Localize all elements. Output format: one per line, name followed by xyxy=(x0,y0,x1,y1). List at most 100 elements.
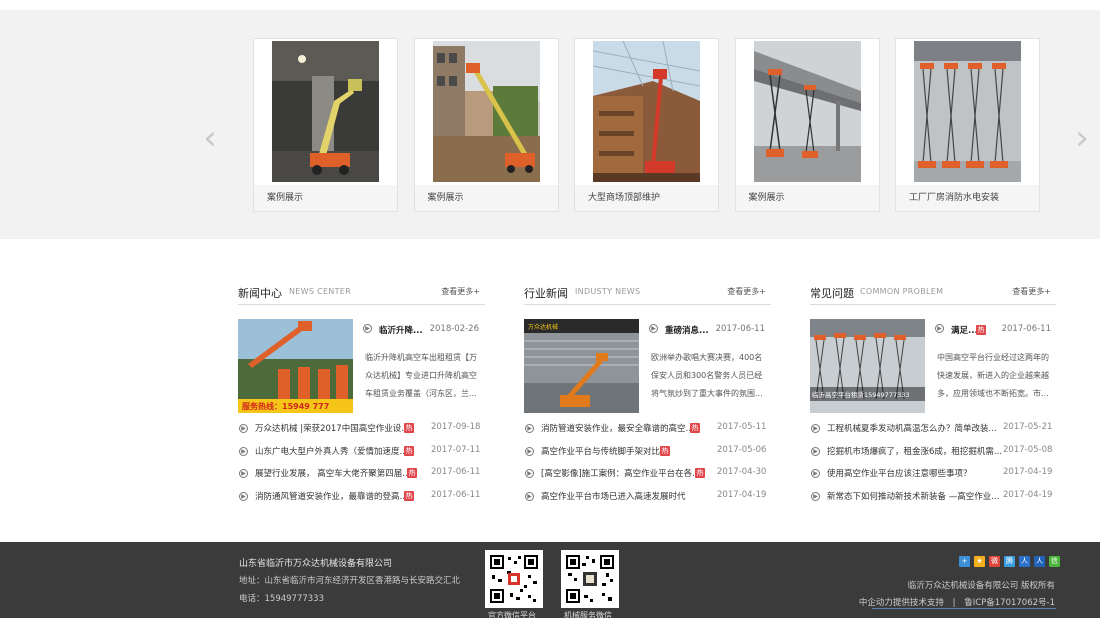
column-header: 行业新闻 INDUSTY NEWS 查看更多+ xyxy=(524,283,771,305)
more-link[interactable]: 查看更多+ xyxy=(441,286,480,297)
list-item[interactable]: ▶ 新常态下如何推动新技术新装备 —高空作业... 2017-04-19 xyxy=(810,487,1057,510)
case-caption: 大型商场顶部维护 xyxy=(575,185,718,211)
case-photo-boom-lift-indoor xyxy=(272,41,379,182)
list-item[interactable]: ▶ [高空影像]施工案例：高空作业平台在各... 热 2017-04-30 xyxy=(524,464,771,487)
feature-date: 2017-06-11 xyxy=(1001,324,1051,334)
column-title: 新闻中心 xyxy=(238,287,282,300)
feature-title[interactable]: 临沂升降... xyxy=(379,324,423,336)
more-link[interactable]: 查看更多+ xyxy=(727,286,766,297)
case-item[interactable]: 案例展示 xyxy=(413,38,559,212)
list-item-date: 2017-04-19 xyxy=(717,489,767,500)
list-item-date: 2017-07-11 xyxy=(431,444,481,455)
case-item[interactable]: 工厂厂房消防水电安装 xyxy=(895,38,1040,212)
list-item-title[interactable]: 工程机械夏季发动机高温怎么办？简单改装... xyxy=(827,422,997,434)
column-subtitle: INDUSTY NEWS xyxy=(575,287,641,296)
footer-links: 中企动力提供技术支持 | 鲁ICP备17017062号-1 xyxy=(859,596,1055,608)
list-item[interactable]: ▶ 工程机械夏季发动机高温怎么办？简单改装... 2017-05-21 xyxy=(810,419,1057,442)
list-item[interactable]: ▶ 山东广电大型户外真人秀（爱情加速度... 热 2017-07-11 xyxy=(238,442,485,465)
news-list: ▶ 工程机械夏季发动机高温怎么办？简单改装... 2017-05-21 ▶ 挖掘… xyxy=(810,419,1057,509)
case-photo-scissor-lift-bridge xyxy=(753,41,861,182)
case-item[interactable]: 案例展示 xyxy=(253,38,398,212)
case-item[interactable]: 大型商场顶部维护 xyxy=(574,38,719,212)
bullet-icon: ▶ xyxy=(811,446,820,456)
list-item[interactable]: ▶ 高空作业平台与传统脚手架对比 热 2017-05-06 xyxy=(524,442,771,465)
weibo-share-icon[interactable]: 微 xyxy=(989,556,1000,567)
wechat-official-qr-code xyxy=(485,550,543,608)
list-item-date: 2017-04-19 xyxy=(1003,467,1053,478)
footer-copyright: 临沂万众达机械设备有限公司 版权所有 xyxy=(907,581,1055,591)
feature-description: 欧洲举办歌唱大赛决赛，400名保安人员和300名警务人员已经将气氛炒到了重大事件… xyxy=(651,353,763,398)
share-bar: + ★ 微腾人人信 xyxy=(959,556,1064,567)
feature-title[interactable]: 满足... xyxy=(951,324,978,336)
bullet-icon: ▶ xyxy=(239,491,248,501)
feature-title-row: ▶ 临沂升降... 2018-02-26 xyxy=(363,324,485,338)
list-item-title[interactable]: 展望行业发展， 高空车大佬齐聚第四届... xyxy=(255,467,410,479)
carousel-next-arrow[interactable]: › xyxy=(1072,118,1092,158)
feature-title-row: ▶ 满足... 热 2017-06-11 xyxy=(935,324,1057,338)
list-item-title[interactable]: 山东广电大型户外真人秀（爱情加速度... xyxy=(255,445,408,457)
list-item-title[interactable]: 高空作业平台与传统脚手架对比 xyxy=(541,445,660,457)
list-item[interactable]: ▶ 展望行业发展， 高空车大佬齐聚第四届... 热 2017-06-11 xyxy=(238,464,485,487)
list-item-title[interactable]: 高空作业平台市场已进入高速发展时代 xyxy=(541,490,686,502)
case-photo-boom-lift-building xyxy=(432,41,540,182)
list-item-title[interactable]: [高空影像]施工案例：高空作业平台在各... xyxy=(541,467,700,479)
case-caption: 案例展示 xyxy=(735,185,879,211)
feature-description: 中国高空平台行业经过这两年的快速发展，新进入的企业越来越多，应用领域也不断拓宽。… xyxy=(937,353,1049,398)
list-item-title[interactable]: 消防管道安装作业，最安全靠谱的高空... xyxy=(541,422,694,434)
feature-image[interactable]: 服务热线：15949 777 xyxy=(238,319,353,413)
bullet-icon: ▶ xyxy=(525,469,534,479)
top-strip xyxy=(0,0,1100,10)
case-photo-scissor-lifts-factory xyxy=(914,41,1021,182)
list-item[interactable]: ▶ 使用高空作业平台应该注意哪些事项？ 2017-04-19 xyxy=(810,464,1057,487)
feature-title[interactable]: 重磅消息... xyxy=(665,324,709,336)
case-item[interactable]: 案例展示 xyxy=(734,38,880,212)
feature-image-text: 服务热线：15949 777 xyxy=(242,401,329,411)
footer-divider: | xyxy=(952,598,956,608)
bullet-icon: ▶ xyxy=(525,424,534,433)
renren-share-icon[interactable]: 人 xyxy=(1034,556,1045,567)
feature-image[interactable]: 万众达机械 xyxy=(524,319,639,413)
column-header: 新闻中心 NEWS CENTER 查看更多+ xyxy=(238,283,485,305)
list-item-title[interactable]: 消防通风管道安装作业，最靠谱的登高... xyxy=(255,490,408,502)
people-share-icon[interactable]: 人 xyxy=(1019,556,1030,567)
list-item-title[interactable]: 万众达机械 |荣获2017中国高空作业设... xyxy=(255,422,409,434)
list-item-date: 2017-05-06 xyxy=(717,444,767,455)
qr-label: 官方微信平台 xyxy=(488,611,536,618)
list-item[interactable]: ▶ 消防管道安装作业，最安全靠谱的高空... 热 2017-05-11 xyxy=(524,419,771,442)
feature-image-text: 万众达机械 xyxy=(528,323,558,331)
hot-badge: 热 xyxy=(695,468,705,479)
list-item-date: 2017-09-18 xyxy=(431,422,481,432)
list-item-title[interactable]: 使用高空作业平台应该注意哪些事项？ xyxy=(827,467,972,479)
hot-badge: 热 xyxy=(404,445,414,456)
list-item-date: 2017-04-19 xyxy=(1003,489,1053,500)
case-caption: 工厂厂房消防水电安装 xyxy=(896,185,1039,211)
list-item-date: 2017-05-11 xyxy=(717,422,767,432)
case-list: 案例展示 案例展示 大型商场顶部维护 案例展示 工厂厂房消防水电安装 xyxy=(253,38,1056,212)
list-item[interactable]: ▶ 挖掘机市场爆疯了，租金涨6成，租挖掘机需... 2017-05-08 xyxy=(810,442,1057,465)
tencent-weibo-share-icon[interactable]: 腾 xyxy=(1004,556,1015,567)
case-photo-mall-roof xyxy=(593,41,700,182)
list-item[interactable]: ▶ 消防通风管道安装作业，最靠谱的登高... 热 2017-06-11 xyxy=(238,487,485,510)
column-title: 行业新闻 xyxy=(524,287,568,300)
feature-description: 临沂升降机高空车出租租赁【万众达机械】专业进口升降机高空车租赁业务覆盖（河东区，… xyxy=(365,353,477,398)
more-link[interactable]: 查看更多+ xyxy=(1012,286,1051,297)
carousel-prev-arrow[interactable]: ‹ xyxy=(200,118,220,158)
wechat-share-icon[interactable]: 信 xyxy=(1049,556,1060,567)
case-showcase: ‹ › 案例展示 案例展示 大型商场顶部维护 案例展示 工厂厂房消防水电安装 xyxy=(0,10,1100,239)
list-item-title[interactable]: 新常态下如何推动新技术新装备 —高空作业... xyxy=(827,490,999,502)
list-item-title[interactable]: 挖掘机市场爆疯了，租金涨6成，租挖掘机需... xyxy=(827,445,1002,457)
news-center-column: 新闻中心 NEWS CENTER 查看更多+ 服务热线：15949 777 ▶ … xyxy=(238,283,485,502)
bullet-icon: ▶ xyxy=(811,469,820,479)
list-item[interactable]: ▶ 万众达机械 |荣获2017中国高空作业设... 热 2017-09-18 xyxy=(238,419,485,442)
hot-badge: 热 xyxy=(976,325,986,335)
feature-image[interactable]: 临沂高空平台租赁15949777333 xyxy=(810,319,925,413)
tech-support-link[interactable]: 中企动力提供技术支持 xyxy=(859,598,944,608)
case-caption: 案例展示 xyxy=(254,185,397,211)
plus-share-icon[interactable]: + xyxy=(959,556,970,567)
footer-address: 地址：山东省临沂市河东经济开发区香港路与长安路交汇北 xyxy=(239,576,461,586)
list-item[interactable]: ▶ 高空作业平台市场已进入高速发展时代 2017-04-19 xyxy=(524,487,771,510)
bullet-icon: ▶ xyxy=(811,424,820,433)
qzone-share-icon[interactable]: ★ xyxy=(974,556,985,567)
list-item-date: 2017-04-30 xyxy=(717,467,767,478)
icp-link[interactable]: 鲁ICP备17017062号-1 xyxy=(964,598,1055,608)
